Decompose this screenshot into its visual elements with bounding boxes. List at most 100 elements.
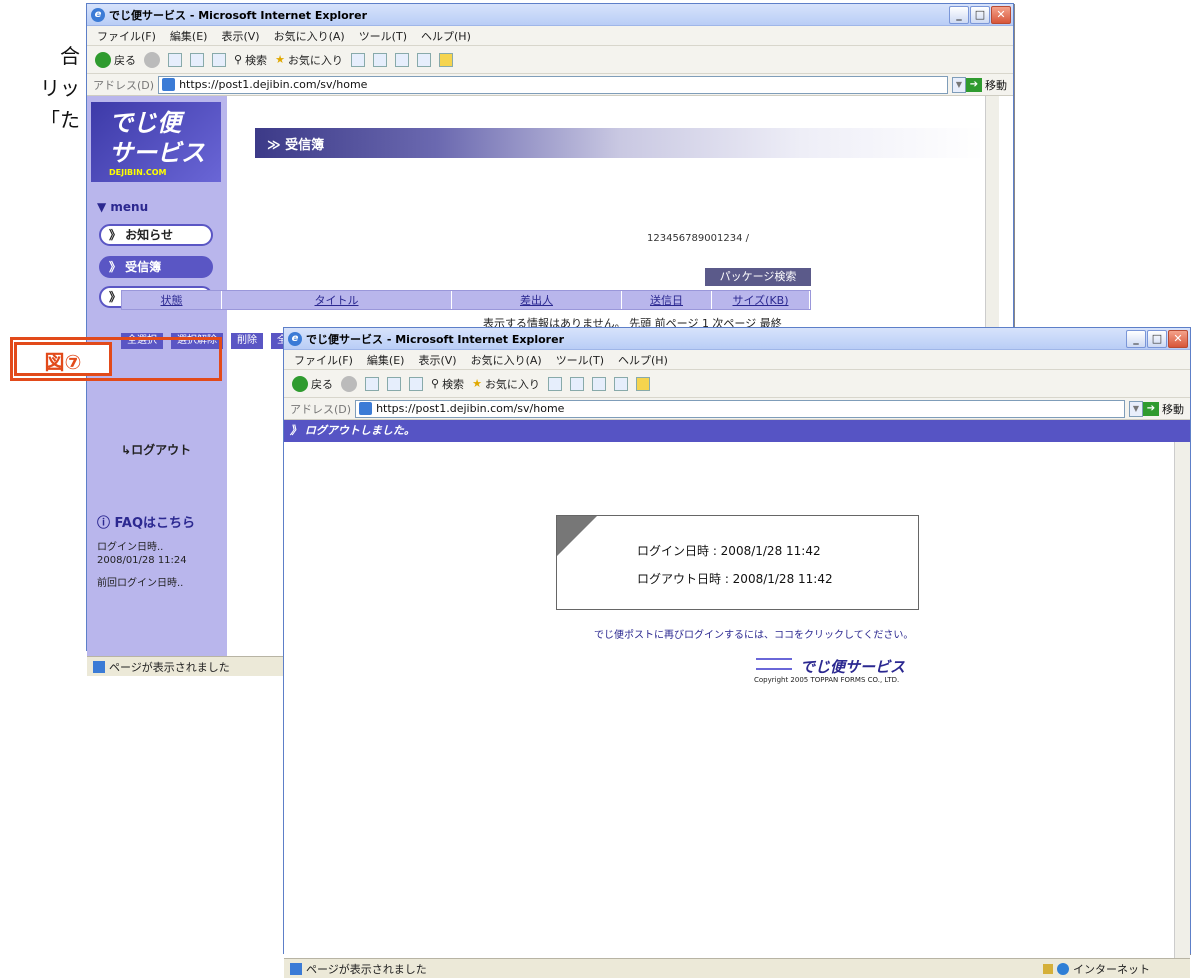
go-button[interactable]: ➔ 移動 bbox=[1143, 401, 1190, 417]
col-size[interactable]: サイズ(KB) bbox=[712, 291, 810, 309]
status-zone: インターネット bbox=[1043, 961, 1190, 977]
col-title[interactable]: タイトル bbox=[222, 291, 452, 309]
folder-icon[interactable] bbox=[635, 376, 650, 391]
maximize-button[interactable]: □ bbox=[1147, 330, 1167, 348]
col-date[interactable]: 送信日 bbox=[622, 291, 712, 309]
go-button[interactable]: ➔ 移動 bbox=[966, 77, 1013, 93]
session-info-box: ログイン日時 : 2008/1/28 11:42 ログアウト日時 : 2008/… bbox=[556, 515, 919, 610]
minimize-button[interactable]: _ bbox=[949, 6, 969, 24]
inbox-table-header: 状態 タイトル 差出人 送信日 サイズ(KB) bbox=[121, 290, 811, 310]
favorites-button[interactable]: ★ お気に入り bbox=[275, 52, 343, 68]
stop-icon[interactable] bbox=[168, 52, 182, 67]
corner-decoration bbox=[557, 516, 597, 556]
close-button[interactable]: ✕ bbox=[1168, 330, 1188, 348]
front-url-field[interactable]: https://post1.dejibin.com/sv/home bbox=[355, 399, 1125, 418]
back-nav-button[interactable]: 戻る bbox=[95, 51, 136, 68]
go-arrow-icon: ➔ bbox=[1143, 401, 1159, 416]
front-menu-bar: ファイル(F) 編集(E) 表示(V) お気に入り(A) ツール(T) ヘルプ(… bbox=[284, 350, 1190, 370]
lock-icon bbox=[1043, 963, 1053, 974]
search-label: 検索 bbox=[245, 53, 268, 67]
sidebar-item-inbox[interactable]: 》 受信簿 bbox=[99, 256, 213, 278]
home-icon[interactable] bbox=[409, 376, 423, 391]
back-label: 戻る bbox=[114, 53, 136, 67]
back-nav-button[interactable]: 戻る bbox=[292, 375, 333, 392]
print-icon[interactable] bbox=[394, 52, 409, 67]
explanation-text: 合 リッ た」 bbox=[0, 40, 80, 136]
refresh-icon[interactable] bbox=[190, 52, 204, 67]
return-arrow-icon: ↳ bbox=[121, 443, 132, 457]
search-icon: ⚲ bbox=[431, 377, 440, 390]
search-icon: ⚲ bbox=[234, 53, 243, 66]
maximize-button[interactable]: □ bbox=[970, 6, 990, 24]
back-arrow-icon bbox=[95, 51, 111, 68]
back-menu-bar: ファイル(F) 編集(E) 表示(V) お気に入り(A) ツール(T) ヘルプ(… bbox=[87, 26, 1013, 46]
mail-icon[interactable] bbox=[372, 52, 387, 67]
search-button[interactable]: ⚲ 検索 bbox=[431, 376, 464, 392]
delete-button[interactable]: 削除 bbox=[231, 333, 263, 349]
front-scrollbar[interactable] bbox=[1174, 442, 1190, 958]
history-icon[interactable] bbox=[547, 376, 562, 391]
minimize-button[interactable]: _ bbox=[1126, 330, 1146, 348]
address-dropdown[interactable]: ▼ bbox=[952, 76, 966, 93]
menu-help[interactable]: ヘルプ(H) bbox=[421, 28, 471, 44]
edit-icon[interactable] bbox=[613, 376, 628, 391]
faq-link[interactable]: ⓘ FAQはこちら bbox=[97, 512, 195, 531]
logout-link[interactable]: ↳ログアウト bbox=[121, 441, 191, 458]
front-window-title: でじ便サービス - Microsoft Internet Explorer bbox=[306, 332, 564, 346]
menu-view[interactable]: 表示(V) bbox=[221, 28, 259, 44]
print-icon[interactable] bbox=[591, 376, 606, 391]
home-icon[interactable] bbox=[212, 52, 226, 67]
forward-arrow-icon[interactable] bbox=[341, 375, 357, 392]
folder-icon[interactable] bbox=[438, 52, 453, 67]
star-icon: ★ bbox=[472, 377, 482, 390]
ie-icon: e bbox=[288, 331, 302, 346]
explanation-line-2: リッ bbox=[40, 76, 80, 100]
menu-edit[interactable]: 編集(E) bbox=[170, 28, 208, 44]
package-search-button[interactable]: パッケージ検索 bbox=[705, 268, 811, 286]
back-url-text: https://post1.dejibin.com/sv/home bbox=[179, 78, 368, 91]
menu-edit[interactable]: 編集(E) bbox=[367, 352, 405, 368]
menu-favorites[interactable]: お気に入り(A) bbox=[471, 352, 542, 368]
logout-banner: 》 ログアウトしました。 bbox=[284, 420, 1190, 442]
menu-file[interactable]: ファイル(F) bbox=[294, 352, 353, 368]
mail-icon[interactable] bbox=[569, 376, 584, 391]
menu-favorites[interactable]: お気に入り(A) bbox=[274, 28, 345, 44]
refresh-icon[interactable] bbox=[387, 376, 401, 391]
back-arrow-icon bbox=[292, 375, 308, 392]
sidebar-item-notices[interactable]: 》 お知らせ bbox=[99, 224, 213, 246]
front-address-bar: アドレス(D) https://post1.dejibin.com/sv/hom… bbox=[284, 398, 1190, 420]
col-status[interactable]: 状態 bbox=[122, 291, 222, 309]
menu-tools[interactable]: ツール(T) bbox=[556, 352, 604, 368]
stop-icon[interactable] bbox=[365, 376, 379, 391]
relogin-link[interactable]: でじ便ポストに再びログインするには、ココをクリックしてください。 bbox=[594, 626, 913, 641]
front-url-text: https://post1.dejibin.com/sv/home bbox=[376, 402, 565, 415]
menu-file[interactable]: ファイル(F) bbox=[97, 28, 156, 44]
close-button[interactable]: ✕ bbox=[991, 6, 1011, 24]
prev-login-label: 前回ログイン日時.. bbox=[97, 578, 184, 589]
back-url-field[interactable]: https://post1.dejibin.com/sv/home bbox=[158, 75, 948, 94]
menu-tools[interactable]: ツール(T) bbox=[359, 28, 407, 44]
history-icon[interactable] bbox=[350, 52, 365, 67]
logo-line-1: でじ便 bbox=[109, 109, 181, 137]
forward-arrow-icon[interactable] bbox=[144, 51, 160, 68]
front-browser-window: e でじ便サービス - Microsoft Internet Explorer … bbox=[283, 327, 1191, 978]
front-status-bar: ページが表示されました インターネット bbox=[284, 958, 1190, 978]
faq-label: FAQはこちら bbox=[114, 516, 196, 531]
go-arrow-icon: ➔ bbox=[966, 77, 982, 92]
search-button[interactable]: ⚲ 検索 bbox=[234, 52, 267, 68]
front-title-bar: e でじ便サービス - Microsoft Internet Explorer … bbox=[284, 328, 1190, 350]
page-done-icon bbox=[93, 660, 105, 673]
edit-icon[interactable] bbox=[416, 52, 431, 67]
front-page-content: 》 ログアウトしました。 ログイン日時 : 2008/1/28 11:42 ログ… bbox=[284, 420, 1190, 958]
favorites-button[interactable]: ★ お気に入り bbox=[472, 376, 540, 392]
ie-icon: e bbox=[91, 7, 105, 22]
address-label: アドレス(D) bbox=[93, 78, 155, 92]
dejibin-logo: でじ便 サービス DEJIBIN.COM bbox=[91, 102, 221, 182]
menu-help[interactable]: ヘルプ(H) bbox=[618, 352, 668, 368]
menu-view[interactable]: 表示(V) bbox=[418, 352, 456, 368]
globe-icon bbox=[1057, 962, 1069, 975]
address-dropdown[interactable]: ▼ bbox=[1129, 400, 1143, 417]
col-sender[interactable]: 差出人 bbox=[452, 291, 622, 309]
back-label: 戻る bbox=[311, 377, 333, 391]
copyright: Copyright 2005 TOPPAN FORMS CO., LTD. bbox=[754, 676, 900, 684]
